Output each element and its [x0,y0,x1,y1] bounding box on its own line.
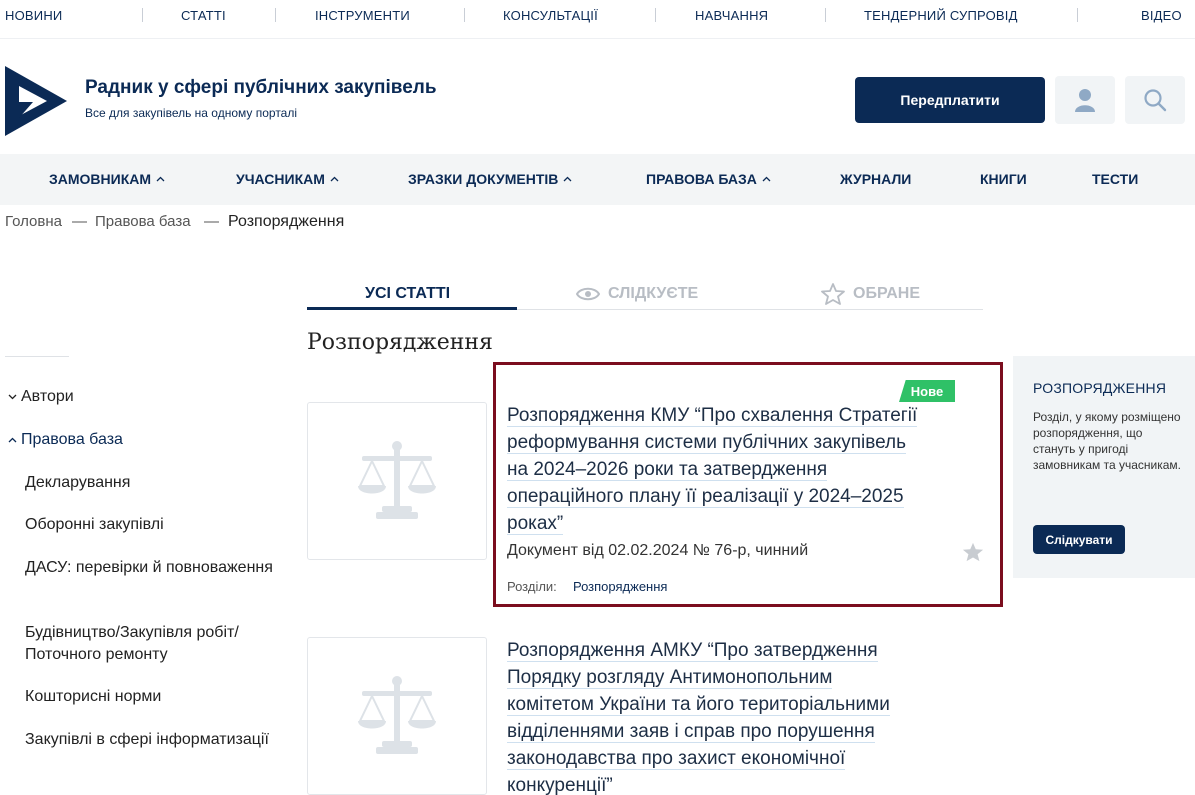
logo-icon[interactable] [5,66,67,136]
menu-item-tests[interactable]: ТЕСТИ [1092,171,1138,187]
article-title-line: Розпорядження КМУ “Про схвалення Стратег… [507,405,918,427]
sidebar-divider [5,356,69,357]
top-nav-separator [825,8,826,22]
menu-item-legal-base[interactable]: ПРАВОВА БАЗА [646,171,771,187]
tab-label: УСІ СТАТТІ [365,285,451,302]
eye-icon [576,287,600,301]
breadcrumb-legal-base[interactable]: Правова база [95,213,191,230]
scales-icon [358,676,436,754]
tab-all-articles[interactable]: УСІ СТАТТІ [365,279,450,309]
subscribe-button[interactable]: Передплатити [855,77,1045,123]
article-title-line: Розпорядження АМКУ “Про затвердження [507,640,878,662]
article-title-line: роках” [507,513,564,535]
follow-button[interactable]: Слідкувати [1033,525,1125,554]
top-nav-separator [1077,8,1078,22]
site-subtitle: Все для закупівель на одному порталі [85,106,298,120]
article-title-line: реформування системи публічних закупівел… [507,432,907,454]
sidebar-item-informatization[interactable]: Закупівлі в сфері інформатизації [25,729,285,751]
chevron-up-icon [8,437,17,443]
menu-item-participants[interactable]: УЧАСНИКАМ [236,171,339,187]
document-meta: Документ від 02.02.2024 № 76-р, чинний [507,542,809,559]
sidebar-group-label: Автори [21,388,74,405]
menu-item-customers[interactable]: ЗАМОВНИКАМ [49,171,165,187]
sidebar-item-dasu[interactable]: ДАСУ: перевірки й повноваження [25,557,285,579]
top-nav-separator [655,8,656,22]
sidebar-group-label: Правова база [21,431,123,448]
sidebar-item-defense-procurement[interactable]: Оборонні закупівлі [25,514,285,536]
article-title-line: Порядку розгляду Антимонопольним [507,667,833,689]
sidebar-item-estimate-norms[interactable]: Кошторисні норми [25,686,285,708]
tab-favorites[interactable]: ОБРАНЕ [821,279,920,309]
article-title-link[interactable]: Розпорядження АМКУ “Про затвердження Пор… [507,637,977,795]
article-title-link[interactable]: Розпорядження КМУ “Про схвалення Стратег… [507,402,977,537]
search-button[interactable] [1125,76,1185,124]
breadcrumb-separator: — [204,213,219,230]
site-title[interactable]: Радник у сфері публічних закупівель [85,77,437,99]
info-box-text: Розділ, у якому розміщено розпорядження,… [1033,410,1181,472]
sidebar-group-authors[interactable]: Автори [8,388,74,406]
article-thumbnail[interactable] [307,637,487,795]
menu-item-label: ЗРАЗКИ ДОКУМЕНТІВ [408,171,559,187]
menu-item-books[interactable]: КНИГИ [980,171,1027,187]
article-title-line: відділеннями заяв і справ про порушення [507,721,875,743]
top-nav-news[interactable]: НОВИНИ [5,8,62,23]
top-nav-separator [464,8,465,22]
breadcrumb-current: Розпорядження [228,213,345,230]
article-title-line: комітетом України та його територіальним… [507,694,890,716]
search-icon [1144,89,1167,112]
sections-label: Розділи: [507,579,557,594]
article-title-line: операційного плану її реалізації у 2024–… [507,486,904,508]
star-icon[interactable] [962,541,984,563]
user-icon [1075,89,1095,112]
info-box-title: РОЗПОРЯДЖЕННЯ [1033,380,1167,396]
top-nav: НОВИНИ СТАТТІ ІНСТРУМЕНТИ КОНСУЛЬТАЦІЇ Н… [0,0,1195,39]
menu-item-document-samples[interactable]: ЗРАЗКИ ДОКУМЕНТІВ [408,171,572,187]
tab-label: ОБРАНЕ [853,285,920,302]
sidebar-item-declaration[interactable]: Декларування [25,472,285,494]
article-title-line: законодавства про захист економічної [507,748,846,770]
top-nav-video[interactable]: ВІДЕО [1141,8,1182,23]
chevron-up-icon [762,176,771,182]
top-nav-divider [0,38,1195,39]
top-nav-education[interactable]: НАВЧАННЯ [695,8,768,23]
star-outline-icon [821,283,845,305]
top-nav-consultations[interactable]: КОНСУЛЬТАЦІЇ [503,8,598,23]
menu-item-journals[interactable]: ЖУРНАЛИ [840,171,911,187]
top-nav-separator [275,8,276,22]
chevron-up-icon [330,176,339,182]
sidebar-item-construction[interactable]: Будівництво/Закупівля робіт/ Поточного р… [25,622,285,666]
section-title: Розпорядження [307,330,493,355]
active-tab-indicator [307,307,517,310]
menu-item-label: ЖУРНАЛИ [840,171,912,187]
chevron-up-icon [563,176,572,182]
article-title-line: на 2024–2026 роки та затвердження [507,459,828,481]
article-title-line: конкуренції” [507,775,613,795]
menu-item-label: ЗАМОВНИКАМ [49,171,152,187]
sidebar-group-legal-base[interactable]: Правова база [8,431,123,449]
main-menu: ЗАМОВНИКАМ УЧАСНИКАМ ЗРАЗКИ ДОКУМЕНТІВ П… [0,154,1195,205]
top-nav-tools[interactable]: ІНСТРУМЕНТИ [315,8,410,23]
menu-item-label: УЧАСНИКАМ [236,171,325,187]
breadcrumb-separator: — [72,213,87,230]
menu-item-label: ТЕСТИ [1092,171,1139,187]
tab-label: СЛІДКУЄТЕ [608,285,699,302]
chevron-down-icon [8,394,17,400]
article-thumbnail[interactable] [307,402,487,560]
top-nav-separator [142,8,143,22]
tab-following[interactable]: СЛІДКУЄТЕ [576,279,698,309]
account-button[interactable] [1055,76,1115,124]
top-nav-tender-support[interactable]: ТЕНДЕРНИЙ СУПРОВІД [864,8,1018,23]
new-badge: Нове [899,380,955,402]
section-link[interactable]: Розпорядження [573,579,667,594]
top-nav-articles[interactable]: СТАТТІ [181,8,226,23]
menu-item-label: ПРАВОВА БАЗА [646,171,757,187]
menu-item-label: КНИГИ [980,171,1027,187]
breadcrumb-home[interactable]: Головна [5,213,62,230]
scales-icon [358,441,436,519]
chevron-up-icon [156,176,165,182]
